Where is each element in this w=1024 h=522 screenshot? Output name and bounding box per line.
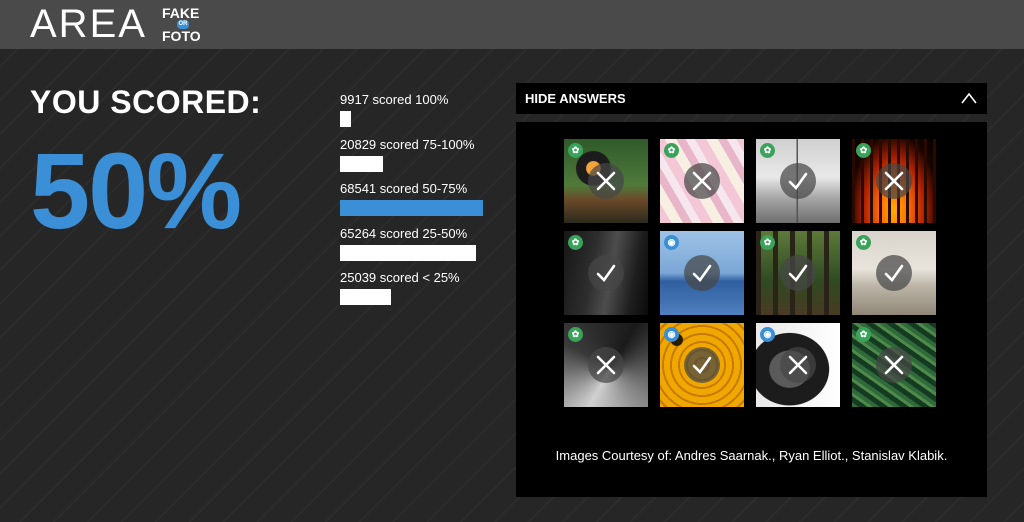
answer-tile-heron-seascape[interactable]: ◉ (660, 231, 744, 315)
distribution-row: 68541 scored 50-75% (340, 181, 500, 226)
hide-answers-toggle[interactable]: HIDE ANSWERS (516, 83, 987, 114)
distribution-row: 9917 scored 100% (340, 92, 500, 137)
cross-icon (588, 347, 624, 383)
score-distribution: 9917 scored 100% 20829 scored 75-100% 68… (340, 92, 500, 315)
distribution-label: 65264 scored 25-50% (340, 225, 468, 241)
check-icon (684, 347, 720, 383)
answer-tile-fire-grill[interactable]: ✿ (852, 139, 936, 223)
real-photo-badge-icon: ✿ (760, 143, 775, 158)
check-icon (876, 255, 912, 291)
logo-word-fake: FAKE (162, 5, 200, 21)
cross-icon (780, 347, 816, 383)
answer-tile-interior-room[interactable]: ✿ (756, 139, 840, 223)
real-photo-badge-icon: ✿ (568, 327, 583, 342)
answer-tile-kitchen[interactable]: ✿ (852, 231, 936, 315)
real-photo-badge-icon: ✿ (664, 143, 679, 158)
answer-tile-soldier-portrait[interactable]: ◉ (756, 323, 840, 407)
answer-tile-toucan-bird[interactable]: ✿ (564, 139, 648, 223)
answer-tile-honeycomb-bees[interactable]: ◉ (660, 323, 744, 407)
check-icon (588, 255, 624, 291)
distribution-bar (340, 289, 391, 305)
hide-answers-label: HIDE ANSWERS (525, 91, 626, 106)
top-bar: AREA FAKE OR FOTO (0, 0, 1024, 49)
distribution-label: 20829 scored 75-100% (340, 136, 475, 152)
answer-tile-abstract-bw[interactable]: ✿ (564, 323, 648, 407)
distribution-label: 9917 scored 100% (340, 92, 449, 107)
fake-photo-badge-icon: ◉ (760, 327, 775, 342)
real-photo-badge-icon: ✿ (760, 235, 775, 250)
distribution-label: 25039 scored < 25% (340, 270, 460, 285)
answer-tile-forest[interactable]: ✿ (756, 231, 840, 315)
distribution-bar (340, 200, 483, 216)
distribution-row: 25039 scored < 25% (340, 270, 500, 315)
fake-photo-badge-icon: ◉ (664, 327, 679, 342)
distribution-row: 20829 scored 75-100% (340, 137, 500, 182)
fake-photo-badge-icon: ◉ (664, 235, 679, 250)
score-value: 50% (30, 130, 242, 251)
logo-word-foto: FOTO (162, 28, 201, 44)
check-icon (780, 163, 816, 199)
cross-icon (876, 347, 912, 383)
score-heading: YOU SCORED: (30, 84, 262, 120)
real-photo-badge-icon: ✿ (568, 143, 583, 158)
chevron-up-icon[interactable] (961, 91, 977, 105)
area-logo[interactable]: AREA (30, 2, 147, 47)
real-photo-badge-icon: ✿ (856, 235, 871, 250)
answers-panel: ✿ ✿ ✿ ✿ ✿ ◉ ✿ ✿ ✿ ◉ ◉ ✿ Images Courtesy of: Andres … (516, 122, 987, 497)
real-photo-badge-icon: ✿ (856, 143, 871, 158)
distribution-label: 68541 scored 50-75% (340, 181, 468, 196)
answer-tile-fern-leaves[interactable]: ✿ (852, 323, 936, 407)
distribution-bar (340, 244, 476, 261)
real-photo-badge-icon: ✿ (568, 235, 583, 250)
image-credits: Images Courtesy of: Andres Saarnak., Rya… (555, 448, 948, 463)
fake-or-foto-logo[interactable]: FAKE OR FOTO (162, 6, 210, 43)
distribution-bar (340, 155, 383, 172)
cross-icon (684, 163, 720, 199)
check-icon (684, 255, 720, 291)
cross-icon (588, 163, 624, 199)
real-photo-badge-icon: ✿ (856, 327, 871, 342)
distribution-row: 65264 scored 25-50% (340, 226, 500, 271)
answer-tile-marshmallows[interactable]: ✿ (660, 139, 744, 223)
answer-tile-dark-interior[interactable]: ✿ (564, 231, 648, 315)
cross-icon (876, 163, 912, 199)
check-icon (780, 255, 816, 291)
distribution-bar (340, 111, 351, 127)
